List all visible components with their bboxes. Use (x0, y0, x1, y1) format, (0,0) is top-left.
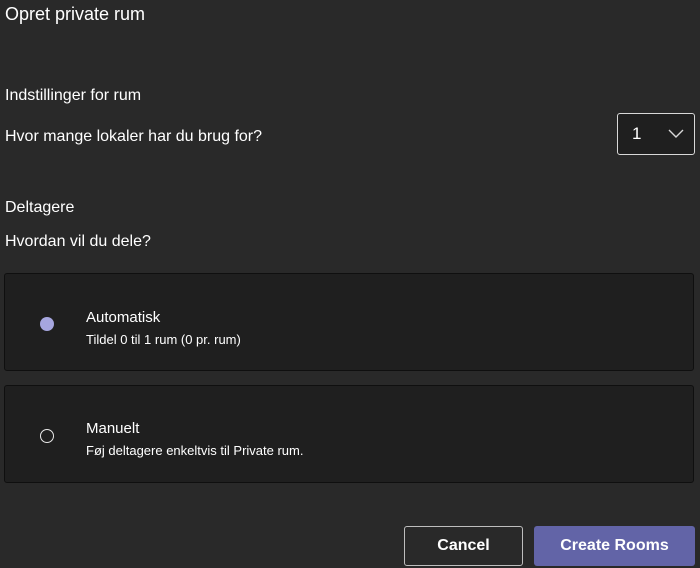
dialog-title: Opret private rum (5, 4, 146, 24)
option-automatic-title: Automatisk (86, 309, 161, 326)
rooms-count-dropdown[interactable]: 1 (617, 113, 695, 155)
rooms-count-question: Hvor mange lokaler har du brug for? (5, 128, 263, 145)
rooms-count-value: 1 (632, 124, 642, 143)
participants-heading: Deltagere (5, 199, 75, 216)
radio-unselected-icon[interactable] (40, 429, 54, 443)
cancel-button[interactable]: Cancel (404, 526, 523, 566)
radio-selected-icon[interactable] (40, 317, 54, 331)
option-manual[interactable]: Manuelt Føj deltagere enkeltvis til Priv… (4, 385, 694, 483)
option-manual-title: Manuelt (86, 420, 140, 437)
chevron-down-icon (668, 129, 684, 138)
room-settings-heading: Indstillinger for rum (5, 87, 142, 104)
option-automatic-description: Tildel 0 til 1 rum (0 pr. rum) (86, 332, 241, 347)
share-question: Hvordan vil du dele? (5, 233, 151, 250)
create-rooms-button[interactable]: Create Rooms (534, 526, 695, 566)
option-manual-description: Føj deltagere enkeltvis til Private rum. (86, 443, 304, 458)
option-automatic[interactable]: Automatisk Tildel 0 til 1 rum (0 pr. rum… (4, 273, 694, 371)
